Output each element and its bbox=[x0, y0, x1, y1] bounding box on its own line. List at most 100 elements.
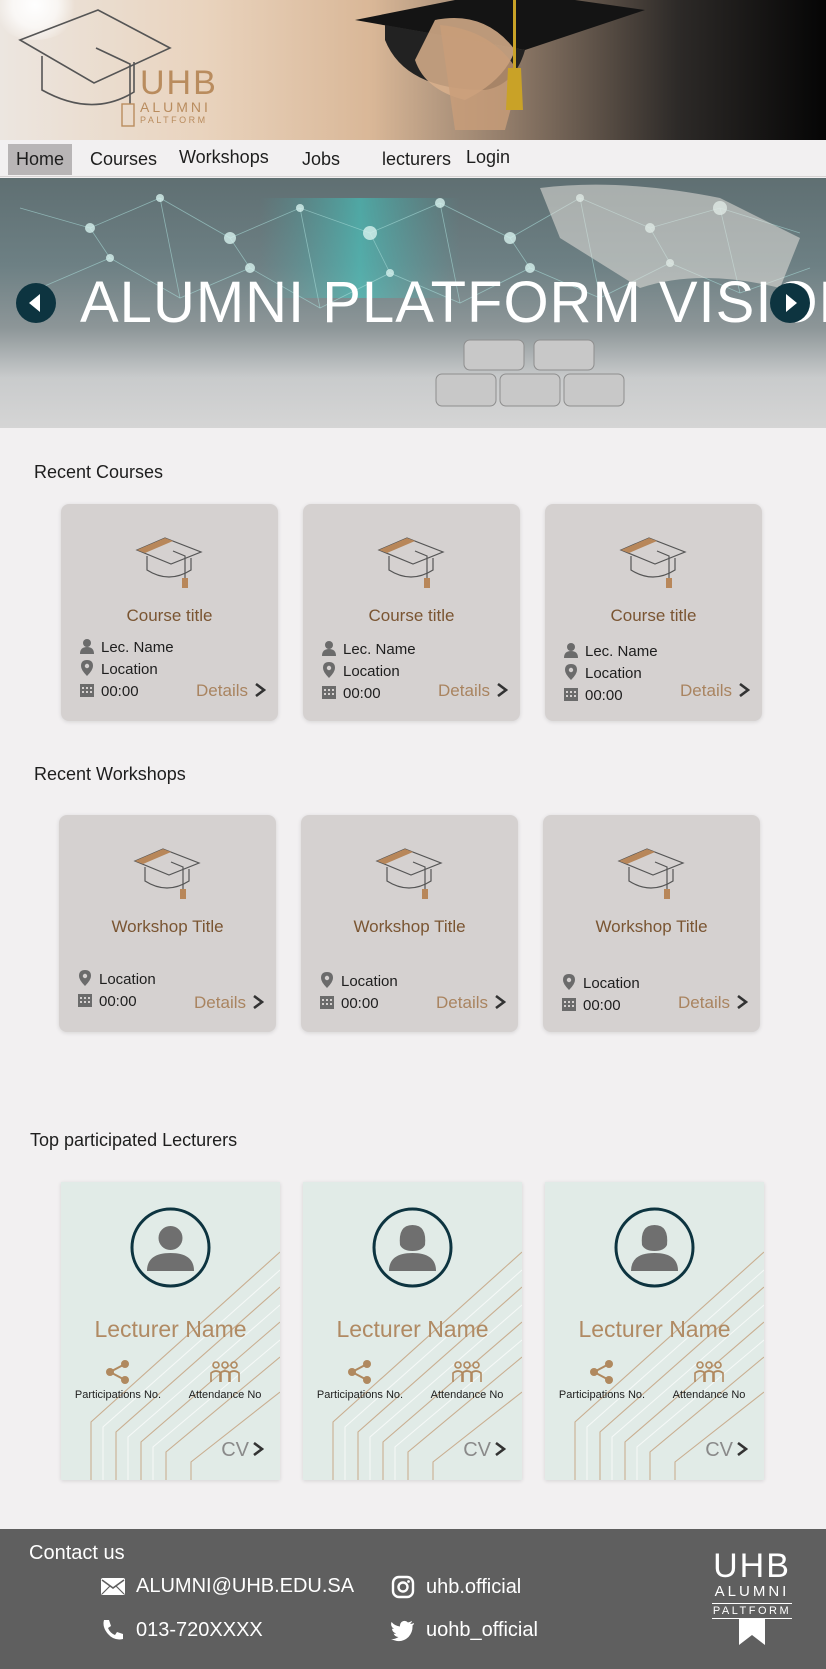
details-label: Details bbox=[194, 993, 246, 1012]
details-link[interactable]: Details bbox=[436, 992, 506, 1014]
details-link[interactable]: Details bbox=[194, 992, 264, 1014]
top-lecturers-title: Top participated Lecturers bbox=[30, 1130, 238, 1150]
time-text: 00:00 bbox=[101, 683, 139, 700]
avatar-female-icon bbox=[372, 1207, 453, 1288]
lecturer-card[interactable]: Lecturer Name Participations No. Attenda… bbox=[61, 1182, 280, 1480]
email-text: ALUMNI@UHB.EDU.SA bbox=[136, 1575, 355, 1597]
recent-workshops-title: Recent Workshops bbox=[34, 764, 186, 784]
details-link[interactable]: Details bbox=[680, 680, 750, 702]
logo-platform: PALTFORM bbox=[140, 115, 208, 125]
cv-label: CV bbox=[705, 1439, 733, 1461]
participations-stat: Participations No. bbox=[305, 1360, 415, 1401]
lecturer-card[interactable]: Lecturer Name Participations No. Attenda… bbox=[303, 1182, 522, 1480]
chevron-right-icon bbox=[737, 1442, 748, 1456]
calendar-icon bbox=[564, 688, 578, 701]
workshop-card[interactable]: Workshop Title Location 00:00 Details bbox=[59, 815, 276, 1032]
location-text: Location bbox=[341, 973, 398, 990]
lecturer-card[interactable]: Lecturer Name Participations No. Attenda… bbox=[545, 1182, 764, 1480]
nav-login[interactable]: Login bbox=[466, 142, 510, 173]
phone-icon bbox=[103, 1620, 123, 1640]
participations-label: Participations No. bbox=[558, 1389, 646, 1401]
attendance-label: Attendance No bbox=[188, 1389, 262, 1401]
contact-us-title: Contact us bbox=[29, 1542, 125, 1564]
graduation-cap-icon bbox=[617, 848, 685, 899]
share-icon bbox=[106, 1360, 129, 1384]
calendar-icon bbox=[80, 684, 94, 697]
details-link[interactable]: Details bbox=[438, 680, 508, 702]
course-title: Course title bbox=[610, 606, 697, 625]
envelope-icon bbox=[101, 1578, 125, 1595]
graduation-cap-icon bbox=[133, 848, 201, 899]
cv-label: CV bbox=[463, 1439, 491, 1461]
location-text: Location bbox=[585, 665, 642, 682]
person-icon bbox=[322, 641, 336, 656]
graduation-cap-icon bbox=[135, 537, 203, 588]
course-card[interactable]: Course title Lec. Name Location 00:00 De… bbox=[303, 504, 520, 721]
chevron-right-icon bbox=[786, 294, 797, 312]
time-text: 00:00 bbox=[585, 687, 623, 704]
nav-jobs[interactable]: Jobs bbox=[302, 144, 340, 175]
logo-uhb: UHB bbox=[140, 64, 218, 102]
phone-text: 013-720XXXX bbox=[136, 1619, 263, 1641]
hero-next-button[interactable] bbox=[770, 283, 810, 323]
location-row: Location bbox=[563, 664, 642, 684]
location-text: Location bbox=[583, 975, 640, 992]
lecturer-row: Lec. Name bbox=[321, 640, 416, 660]
attendance-label: Attendance No bbox=[430, 1389, 504, 1401]
graduation-cap-icon bbox=[619, 537, 687, 588]
location-pin-icon bbox=[321, 972, 333, 988]
twitter-link[interactable]: uohb_official bbox=[390, 1616, 538, 1644]
hero-prev-button[interactable] bbox=[16, 283, 56, 323]
nav-workshops[interactable]: Workshops bbox=[179, 142, 269, 173]
main-nav: Home Courses Workshops Jobs lecturers Lo… bbox=[0, 140, 826, 177]
graduation-cap-icon bbox=[377, 537, 445, 588]
location-pin-icon bbox=[81, 660, 93, 676]
location-text: Location bbox=[99, 971, 156, 988]
footer-logo-alumni: ALUMNI bbox=[714, 1583, 790, 1600]
avatar-female-icon bbox=[614, 1207, 695, 1288]
time-row: 00:00 bbox=[321, 684, 381, 704]
location-row: Location bbox=[321, 662, 400, 682]
participations-label: Participations No. bbox=[316, 1389, 404, 1401]
cv-link[interactable]: CV bbox=[705, 1438, 748, 1462]
person-icon bbox=[80, 639, 94, 654]
workshop-title: Workshop Title bbox=[353, 917, 466, 936]
workshop-card[interactable]: Workshop Title Location 00:00 Details bbox=[301, 815, 518, 1032]
share-icon bbox=[348, 1360, 371, 1384]
location-pin-icon bbox=[323, 662, 335, 678]
footer-logo-uhb: UHB bbox=[713, 1547, 791, 1585]
workshop-card[interactable]: Workshop Title Location 00:00 Details bbox=[543, 815, 760, 1032]
course-card[interactable]: Course title Lec. Name Location 00:00 De… bbox=[545, 504, 762, 721]
participations-label: Participations No. bbox=[74, 1389, 162, 1401]
nav-home[interactable]: Home bbox=[8, 144, 73, 175]
lecturer-name: Lec. Name bbox=[101, 639, 174, 656]
cv-link[interactable]: CV bbox=[463, 1438, 506, 1462]
twitter-icon bbox=[391, 1620, 414, 1642]
chevron-right-icon bbox=[495, 1442, 506, 1456]
details-link[interactable]: Details bbox=[678, 992, 748, 1014]
location-row: Location bbox=[77, 970, 156, 990]
attendance-label: Attendance No bbox=[672, 1389, 746, 1401]
lecturer-row: Lec. Name bbox=[563, 642, 658, 662]
chevron-right-icon bbox=[253, 995, 264, 1009]
lecturer-name: Lecturer Name bbox=[336, 1316, 489, 1342]
chevron-right-icon bbox=[253, 1442, 264, 1456]
time-text: 00:00 bbox=[99, 993, 137, 1010]
group-icon bbox=[210, 1361, 240, 1382]
avatar-male-icon bbox=[130, 1207, 211, 1288]
participations-stat: Participations No. bbox=[63, 1360, 173, 1401]
workshop-title: Workshop Title bbox=[595, 917, 708, 936]
course-card[interactable]: Course title Lec. Name Location 00:00 De… bbox=[61, 504, 278, 721]
cv-link[interactable]: CV bbox=[221, 1438, 264, 1462]
nav-lecturers[interactable]: lecturers bbox=[382, 144, 451, 175]
details-link[interactable]: Details bbox=[196, 680, 266, 702]
calendar-icon bbox=[562, 998, 576, 1011]
email-link[interactable]: ALUMNI@UHB.EDU.SA bbox=[100, 1572, 354, 1600]
location-pin-icon bbox=[79, 970, 91, 986]
logo-wordmark: UHB ALUMNI PALTFORM bbox=[140, 66, 218, 126]
nav-courses[interactable]: Courses bbox=[90, 144, 157, 175]
location-pin-icon bbox=[565, 664, 577, 680]
phone-link[interactable]: 013-720XXXX bbox=[100, 1616, 263, 1644]
instagram-link[interactable]: uhb.official bbox=[390, 1573, 521, 1601]
bookmark-icon bbox=[739, 1619, 765, 1645]
